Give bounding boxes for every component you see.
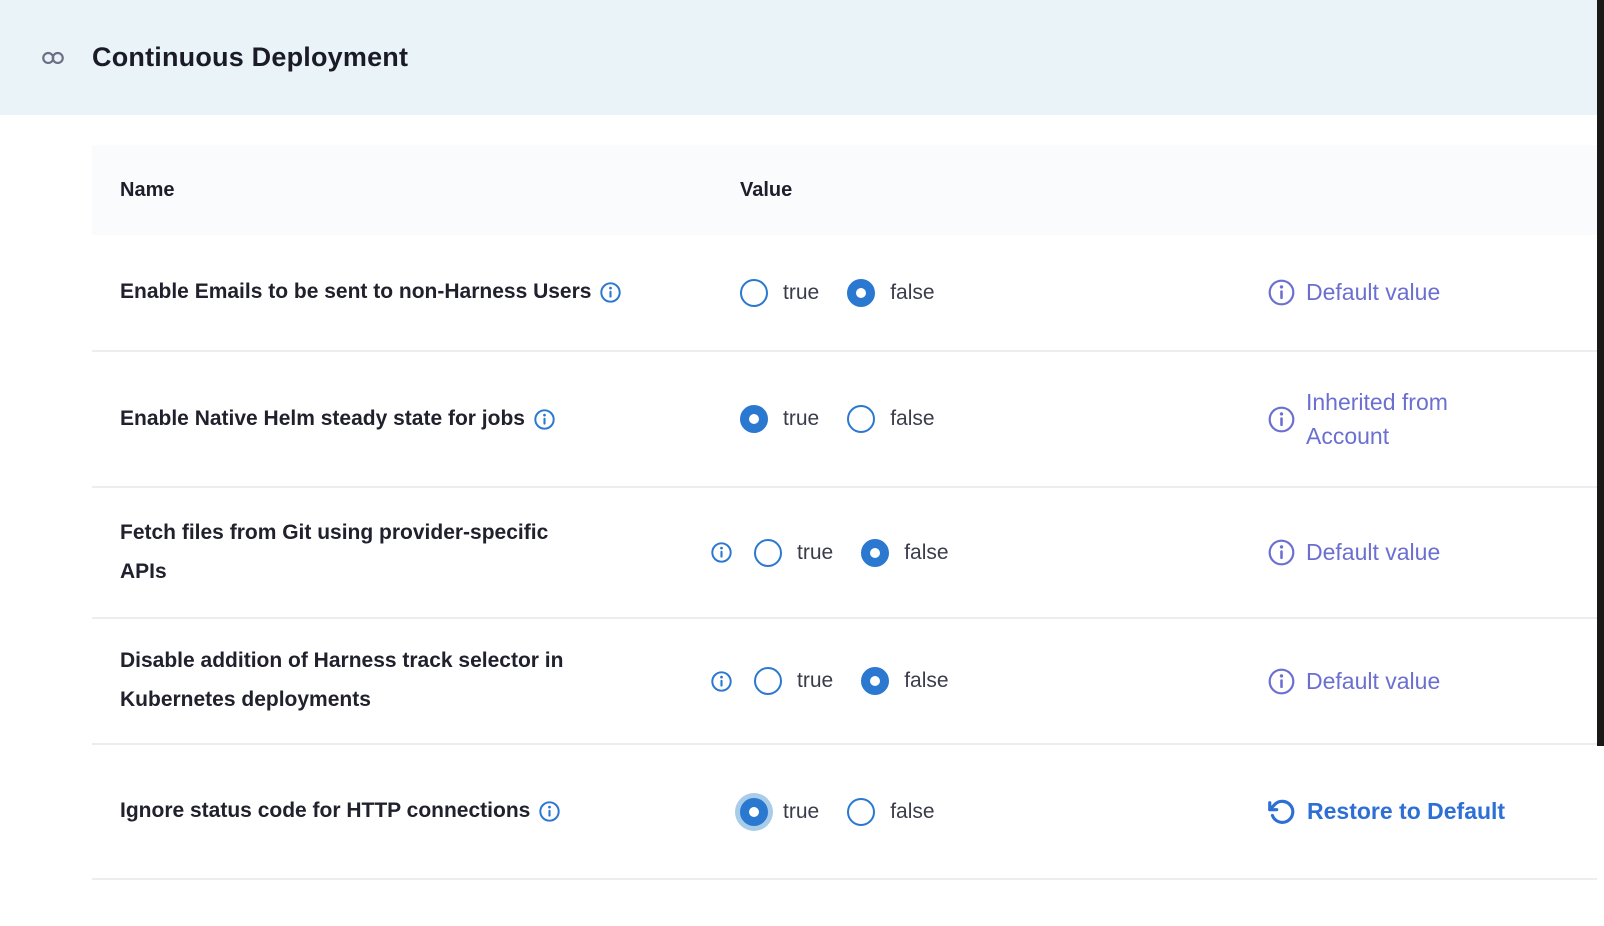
section-header: Continuous Deployment xyxy=(0,0,1604,115)
radio-true-label[interactable]: true xyxy=(797,669,833,693)
info-icon[interactable] xyxy=(600,282,621,303)
setting-name-label: Enable Emails to be sent to non-Harness … xyxy=(120,273,591,312)
status-label: Restore to Default xyxy=(1307,794,1505,829)
status-info-icon[interactable] xyxy=(1268,668,1295,695)
radio-false[interactable] xyxy=(847,405,875,433)
setting-value-cell: true false xyxy=(740,539,1256,567)
setting-status-cell: Default value xyxy=(1256,275,1597,310)
table-header: Name Value xyxy=(92,145,1597,235)
setting-name-label: Ignore status code for HTTP connections xyxy=(120,792,530,831)
radio-true-label[interactable]: true xyxy=(783,407,819,431)
settings-page: { "header": { "title": "Continuous Deplo… xyxy=(0,0,1604,926)
radio-true[interactable] xyxy=(754,667,782,695)
setting-name-label: Fetch files from Git using provider-spec… xyxy=(120,514,548,592)
restore-icon[interactable] xyxy=(1268,798,1296,826)
info-icon[interactable] xyxy=(711,671,732,692)
radio-false-label[interactable]: false xyxy=(890,800,934,824)
setting-name-label: Disable addition of Harness track select… xyxy=(120,642,563,720)
status-label: Default value xyxy=(1306,664,1440,699)
settings-table: Name Value Enable Emails to be sent to n… xyxy=(92,145,1597,880)
setting-status-cell: Default value xyxy=(1256,535,1597,570)
radio-false-label[interactable]: false xyxy=(904,541,948,565)
radio-true[interactable] xyxy=(740,279,768,307)
setting-value-cell: true false xyxy=(740,798,1256,826)
setting-status-cell: Inherited from Account xyxy=(1256,385,1597,454)
status-badge: Default value xyxy=(1268,664,1597,699)
setting-status-cell: Restore to Default xyxy=(1256,794,1597,829)
info-icon[interactable] xyxy=(539,801,560,822)
table-body: Enable Emails to be sent to non-Harness … xyxy=(92,235,1597,880)
radio-true[interactable] xyxy=(740,405,768,433)
status-label: Default value xyxy=(1306,275,1440,310)
restore-to-default-button[interactable]: Restore to Default xyxy=(1268,794,1597,829)
radio-true[interactable] xyxy=(754,539,782,567)
setting-value-cell: true false xyxy=(740,667,1256,695)
setting-name-label: Enable Native Helm steady state for jobs xyxy=(120,400,525,439)
setting-status-cell: Default value xyxy=(1256,664,1597,699)
link-icon[interactable] xyxy=(40,45,66,71)
table-row: Enable Native Helm steady state for jobs… xyxy=(92,352,1597,488)
status-badge: Inherited from Account xyxy=(1268,385,1597,454)
radio-false-label[interactable]: false xyxy=(890,407,934,431)
setting-name-cell: Fetch files from Git using provider-spec… xyxy=(92,514,740,592)
radio-false[interactable] xyxy=(847,798,875,826)
table-row: Ignore status code for HTTP connections … xyxy=(92,745,1597,880)
status-badge: Default value xyxy=(1268,275,1597,310)
info-icon[interactable] xyxy=(711,542,732,563)
radio-true[interactable] xyxy=(740,798,768,826)
column-header-name: Name xyxy=(92,179,740,202)
status-info-icon[interactable] xyxy=(1268,279,1295,306)
radio-false[interactable] xyxy=(847,279,875,307)
radio-false[interactable] xyxy=(861,539,889,567)
radio-false-label[interactable]: false xyxy=(904,669,948,693)
table-row: Fetch files from Git using provider-spec… xyxy=(92,488,1597,619)
radio-true-label[interactable]: true xyxy=(783,281,819,305)
setting-name-cell: Disable addition of Harness track select… xyxy=(92,642,740,720)
radio-true-label[interactable]: true xyxy=(797,541,833,565)
column-header-value: Value xyxy=(740,179,1256,202)
setting-value-cell: true false xyxy=(740,405,1256,433)
radio-true-label[interactable]: true xyxy=(783,800,819,824)
table-row: Enable Emails to be sent to non-Harness … xyxy=(92,235,1597,352)
status-label: Inherited from Account xyxy=(1306,385,1448,454)
setting-name-cell: Enable Native Helm steady state for jobs xyxy=(92,400,740,439)
radio-false-label[interactable]: false xyxy=(890,281,934,305)
info-icon[interactable] xyxy=(534,409,555,430)
setting-name-cell: Ignore status code for HTTP connections xyxy=(92,792,740,831)
page-title: Continuous Deployment xyxy=(92,42,408,73)
screen-edge xyxy=(1597,0,1604,746)
status-info-icon[interactable] xyxy=(1268,539,1295,566)
status-info-icon[interactable] xyxy=(1268,406,1295,433)
setting-name-cell: Enable Emails to be sent to non-Harness … xyxy=(92,273,740,312)
table-row: Disable addition of Harness track select… xyxy=(92,619,1597,745)
radio-false[interactable] xyxy=(861,667,889,695)
status-badge: Default value xyxy=(1268,535,1597,570)
setting-value-cell: true false xyxy=(740,279,1256,307)
status-label: Default value xyxy=(1306,535,1440,570)
